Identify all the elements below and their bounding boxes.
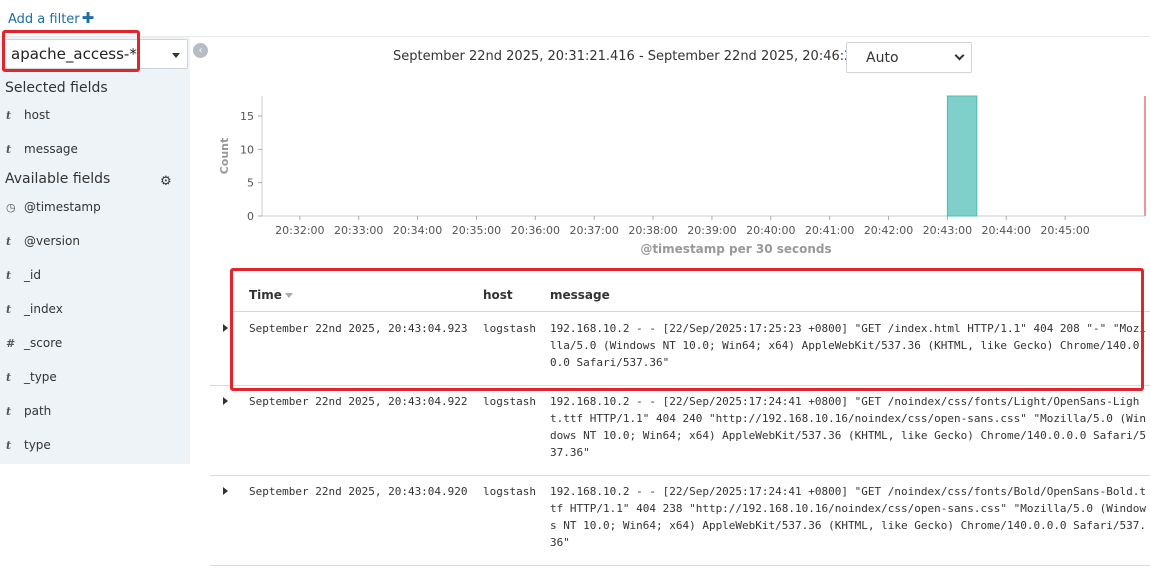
string-type-icon: t <box>6 109 12 122</box>
field-item-host[interactable]: t host <box>0 105 190 129</box>
histogram-svg: 0 5 10 15 20:32:00 20:33:00 20:34:00 20:35:00 20… <box>218 95 1146 256</box>
string-type-icon: t <box>6 143 12 156</box>
string-type-icon: t <box>6 371 12 384</box>
cell-host: logstash <box>483 322 536 335</box>
x-tick-label: 20:37:00 <box>569 224 618 237</box>
x-tick-label: 20:44:00 <box>982 224 1031 237</box>
field-name: message <box>24 142 78 156</box>
y-tick-label: 0 <box>247 210 254 223</box>
cell-time: September 22nd 2025, 20:43:04.923 <box>249 322 468 335</box>
cell-message: 192.168.10.2 - - [22/Sep/2025:17:25:23 +… <box>550 322 1147 369</box>
field-item-index[interactable]: t _index <box>0 299 190 323</box>
interval-value: Auto <box>866 50 899 66</box>
field-item-type[interactable]: t _type <box>0 367 190 391</box>
column-header-time[interactable]: Time <box>249 288 293 302</box>
row-divider <box>210 565 1150 566</box>
field-item-type[interactable]: t type <box>0 435 190 459</box>
table-row[interactable]: September 22nd 2025, 20:43:04.923 logstas… <box>210 312 1150 386</box>
x-tick-label: 20:40:00 <box>746 224 795 237</box>
table-row[interactable]: September 22nd 2025, 20:43:04.920 logstas… <box>210 475 1150 566</box>
y-tick-label: 10 <box>240 143 254 156</box>
x-tick-label: 20:43:00 <box>923 224 972 237</box>
gear-icon[interactable]: ⚙ <box>160 174 172 189</box>
x-tick-label: 20:33:00 <box>334 224 383 237</box>
chevron-down-icon <box>954 50 965 61</box>
cell-message: 192.168.10.2 - - [22/Sep/2025:17:24:41 +… <box>550 395 1147 459</box>
field-name: _id <box>24 268 41 282</box>
cell-host: logstash <box>483 485 536 498</box>
field-item-id[interactable]: t _id <box>0 265 190 289</box>
string-type-icon: t <box>6 439 12 452</box>
field-item-score[interactable]: # _score <box>0 333 190 357</box>
document-table: Time host message September 22nd 2025, 2… <box>210 270 1150 568</box>
y-tick-label: 15 <box>240 110 254 123</box>
sort-desc-icon[interactable] <box>284 293 293 298</box>
x-tick-label: 20:34:00 <box>393 224 442 237</box>
interval-select[interactable]: Auto <box>846 42 972 73</box>
field-name: @timestamp <box>24 200 101 214</box>
field-name: _index <box>24 302 63 316</box>
column-header-time-label: Time <box>249 288 282 302</box>
collapse-sidebar-icon[interactable]: ‹ <box>193 43 208 58</box>
y-tick-label: 5 <box>247 177 254 190</box>
string-type-icon: t <box>6 235 12 248</box>
column-header-message[interactable]: message <box>550 288 610 302</box>
x-tick-label: 20:35:00 <box>452 224 501 237</box>
caret-down-icon <box>172 53 180 58</box>
expand-row-icon[interactable] <box>223 397 228 405</box>
cell-message: 192.168.10.2 - - [22/Sep/2025:17:24:41 +… <box>550 485 1147 549</box>
field-name: type <box>24 438 51 452</box>
field-name: @version <box>24 234 80 248</box>
time-range-label: September 22nd 2025, 20:31:21.416 - Sept… <box>393 49 907 64</box>
y-axis-title: Count <box>218 138 231 175</box>
x-tick-label: 20:42:00 <box>864 224 913 237</box>
string-type-icon: t <box>6 269 12 282</box>
table-row[interactable]: September 22nd 2025, 20:43:04.922 logstas… <box>210 385 1150 476</box>
x-tick-label: 20:38:00 <box>628 224 677 237</box>
selected-fields-title: Selected fields <box>5 80 108 96</box>
histogram-bar <box>946 95 978 217</box>
field-item-timestamp[interactable]: ◷ @timestamp <box>0 197 190 221</box>
number-type-icon: # <box>6 337 16 350</box>
field-name: path <box>24 404 52 418</box>
add-filter-label: Add a filter <box>8 12 80 27</box>
cell-time: September 22nd 2025, 20:43:04.922 <box>249 395 468 408</box>
x-tick-label: 20:39:00 <box>687 224 736 237</box>
field-sidebar: apache_access-* Selected fields t host t me… <box>0 37 190 464</box>
field-item-version[interactable]: t @version <box>0 231 190 255</box>
x-axis-title: @timestamp per 30 seconds <box>640 242 831 256</box>
column-header-host[interactable]: host <box>483 288 513 302</box>
cell-host: logstash <box>483 395 536 408</box>
add-filter-link[interactable]: Add a filter ✚ <box>8 9 94 27</box>
clock-icon: ◷ <box>6 201 16 214</box>
index-pattern-value: apache_access-* <box>11 45 137 63</box>
x-tick-label: 20:41:00 <box>805 224 854 237</box>
expand-row-icon[interactable] <box>223 487 228 495</box>
expand-row-icon[interactable] <box>223 324 228 332</box>
x-tick-label: 20:32:00 <box>275 224 324 237</box>
available-fields-title: Available fields <box>5 171 111 187</box>
index-pattern-select[interactable]: apache_access-* <box>4 39 188 69</box>
cell-time: September 22nd 2025, 20:43:04.920 <box>249 485 468 498</box>
string-type-icon: t <box>6 303 12 316</box>
field-name: host <box>24 108 50 122</box>
plus-icon: ✚ <box>81 9 95 27</box>
histogram-chart: 0 5 10 15 20:32:00 20:33:00 20:34:00 20:35:00 20… <box>210 88 1150 263</box>
field-item-path[interactable]: t path <box>0 401 190 425</box>
string-type-icon: t <box>6 405 12 418</box>
x-tick-label: 20:36:00 <box>511 224 560 237</box>
x-tick-label: 20:45:00 <box>1040 224 1089 237</box>
field-name: _type <box>24 370 57 384</box>
field-name: _score <box>24 336 63 350</box>
field-item-message[interactable]: t message <box>0 139 190 163</box>
